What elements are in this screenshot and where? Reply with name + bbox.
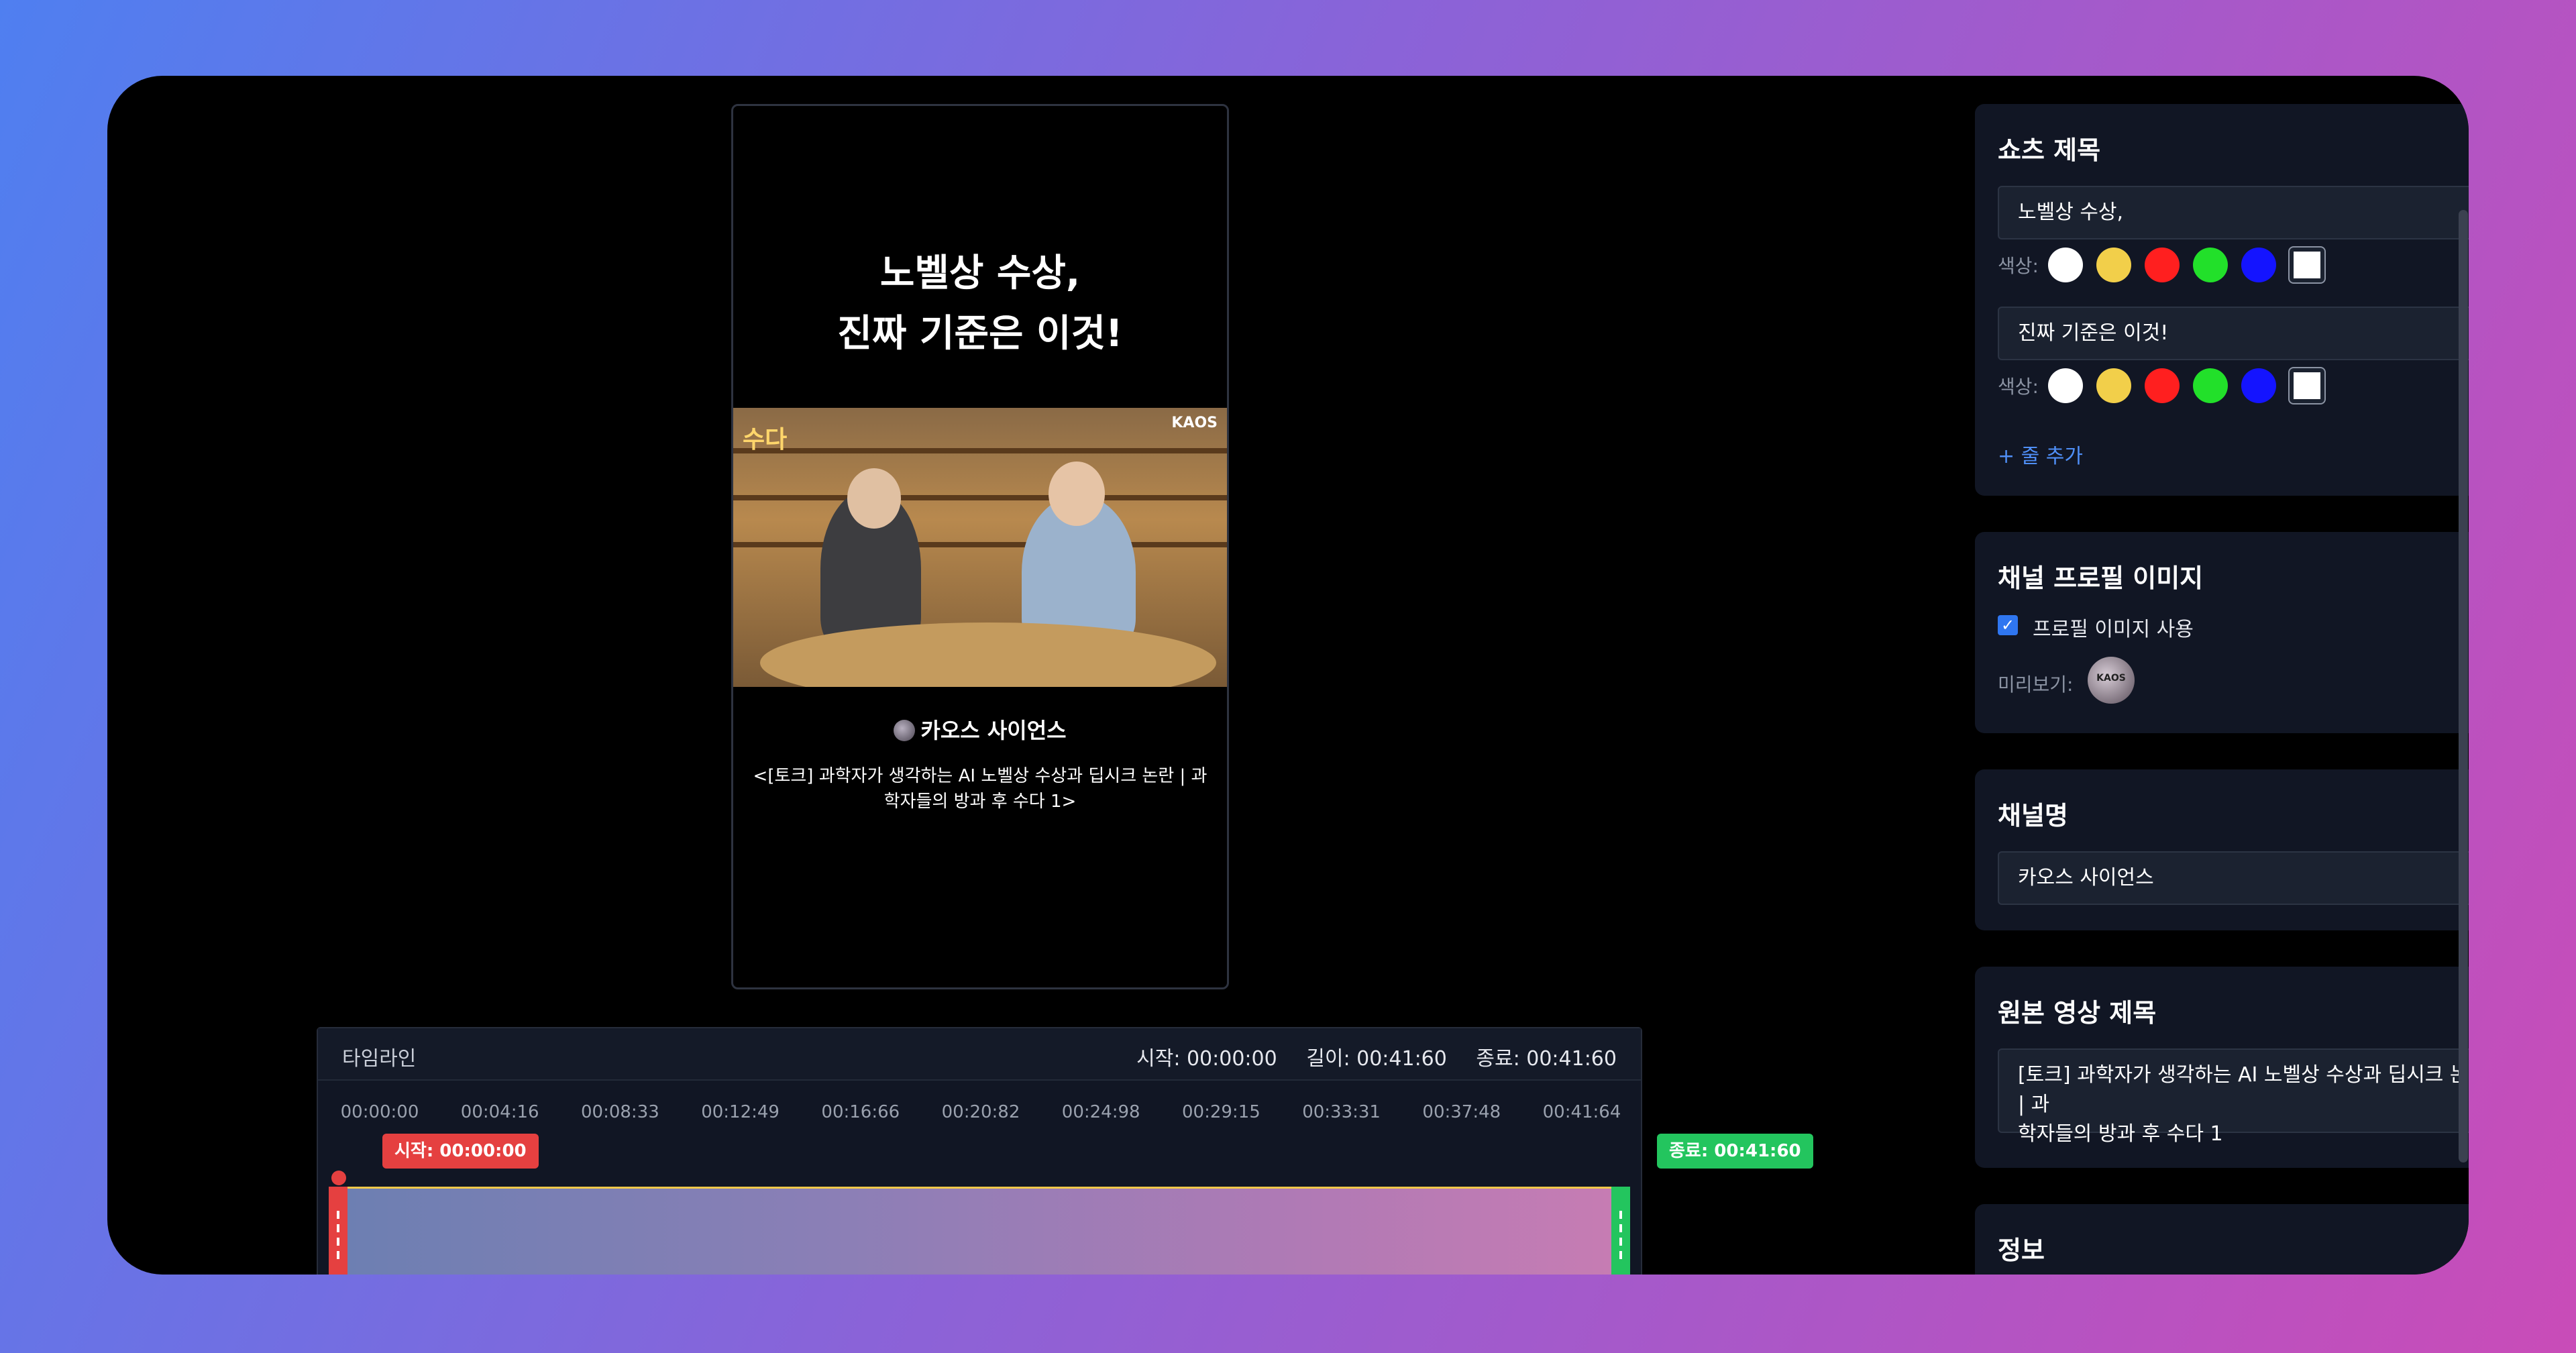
app-window: 노벨상 수상, 진짜 기준은 이것! 수다 KAOS 카오스 사이언스 <[토크… xyxy=(107,76,2469,1275)
profile-image-panel: 채널 프로필 이미지 ✓ 프로필 이미지 사용 미리보기: xyxy=(1975,532,2469,733)
use-profile-label: 프로필 이미지 사용 xyxy=(2033,618,2194,641)
color-blue-swatch[interactable] xyxy=(2241,248,2276,282)
timeline-tick: 00:00:00 xyxy=(340,1102,419,1122)
shorts-title-panel: 쇼츠 제목 노벨상 수상, ✕ 색상: 진짜 기준은 이것! ✕ 색상: + 줄… xyxy=(1975,104,2469,496)
original-heading: 원본 영상 제목 xyxy=(1998,998,2157,1028)
timeline-length: 길이: 00:41:60 xyxy=(1306,1047,1447,1071)
original-title-line-2: 학자들의 방과 후 수다 1 xyxy=(2018,1122,2223,1146)
timeline-tick: 00:12:49 xyxy=(701,1102,780,1122)
channel-name-input[interactable]: 카오스 사이언스 xyxy=(1998,851,2469,905)
original-title-panel: 원본 영상 제목 [토크] 과학자가 생각하는 AI 노벨상 수상과 딥시크 논… xyxy=(1975,967,2469,1168)
thumb-logo-right: KAOS xyxy=(1171,415,1218,431)
scrollbar[interactable] xyxy=(2459,210,2468,1162)
timeline-label: 타임라인 xyxy=(342,1047,417,1071)
video-thumbnail: 수다 KAOS xyxy=(733,408,1227,687)
timeline-start: 시작: 00:00:00 xyxy=(1136,1047,1277,1071)
color-label: 색상: xyxy=(1998,376,2039,398)
start-badge: 시작: 00:00:00 xyxy=(382,1134,539,1169)
timeline-tick: 00:16:66 xyxy=(821,1102,900,1122)
use-profile-checkbox[interactable]: ✓ xyxy=(1998,615,2018,635)
start-knob[interactable] xyxy=(331,1171,346,1185)
timeline-tick: 00:24:98 xyxy=(1061,1102,1140,1122)
channel-heading: 채널명 xyxy=(1998,801,2068,830)
preview-original-title: <[토크] 과학자가 생각하는 AI 노벨상 수상과 딥시크 논란 | 과학자들… xyxy=(753,766,1208,812)
preview-channel: 카오스 사이언스 xyxy=(733,714,1227,745)
shorts-preview: 노벨상 수상, 진짜 기준은 이것! 수다 KAOS 카오스 사이언스 <[토크… xyxy=(731,104,1229,989)
color-green-swatch[interactable] xyxy=(2192,368,2228,403)
color-green-swatch[interactable] xyxy=(2192,248,2228,282)
timeline-tick: 00:29:15 xyxy=(1182,1102,1260,1122)
custom-color-picker[interactable] xyxy=(2289,248,2324,282)
profile-heading: 채널 프로필 이미지 xyxy=(1998,563,2204,593)
color-red-swatch[interactable] xyxy=(2144,248,2180,282)
title-line-2-input[interactable]: 진짜 기준은 이것! xyxy=(1998,307,2469,360)
preview-title-line-2: 진짜 기준은 이것! xyxy=(837,312,1123,356)
color-blue-swatch[interactable] xyxy=(2241,368,2276,403)
color-row-1: 색상: xyxy=(1998,248,2324,282)
original-title-line-1: [토크] 과학자가 생각하는 AI 노벨상 수상과 딥시크 논란 | 과 xyxy=(2018,1063,2469,1116)
timeline-ticks: 00:00:00 00:04:16 00:08:33 00:12:49 00:16:66… xyxy=(318,1102,1641,1129)
color-white-swatch[interactable] xyxy=(2047,248,2083,282)
color-white-swatch[interactable] xyxy=(2047,368,2083,403)
channel-avatar xyxy=(894,720,916,741)
preview-title-line-1: 노벨상 수상, xyxy=(879,252,1081,295)
preview-channel-name: 카오스 사이언스 xyxy=(920,718,1067,743)
timeline-header: 타임라인 시작: 00:00:00 길이: 00:41:60 종료: 00:41… xyxy=(318,1028,1641,1081)
timeline-tick: 00:20:82 xyxy=(941,1102,1020,1122)
profile-avatar-preview xyxy=(2088,657,2135,704)
shorts-title-heading: 쇼츠 제목 xyxy=(1998,136,2101,165)
add-line-link[interactable]: + 줄 추가 xyxy=(1998,439,2083,469)
info-panel: 정보 xyxy=(1975,1204,2469,1275)
color-yellow-swatch[interactable] xyxy=(2096,248,2131,282)
color-label: 색상: xyxy=(1998,255,2039,277)
color-red-swatch[interactable] xyxy=(2144,368,2180,403)
preview-label: 미리보기: xyxy=(1998,673,2074,696)
title-line-1-input[interactable]: 노벨상 수상, xyxy=(1998,186,2469,239)
channel-name-panel: 채널명 카오스 사이언스 xyxy=(1975,769,2469,930)
preview-title: 노벨상 수상, 진짜 기준은 이것! xyxy=(733,243,1227,364)
timeline-tick: 00:41:64 xyxy=(1542,1102,1621,1122)
thumb-logo-left: 수다 xyxy=(743,426,788,453)
timeline-stats: 시작: 00:00:00 길이: 00:41:60 종료: 00:41:60 xyxy=(1114,1042,1617,1071)
color-row-2: 색상: xyxy=(1998,368,2324,403)
timeline-tick: 00:33:31 xyxy=(1302,1102,1381,1122)
timeline-tick: 00:08:33 xyxy=(581,1102,659,1122)
original-title-input[interactable]: [토크] 과학자가 생각하는 AI 노벨상 수상과 딥시크 논란 | 과 학자들… xyxy=(1998,1048,2469,1146)
timeline-end: 종료: 00:41:60 xyxy=(1476,1047,1617,1071)
timeline-track[interactable] xyxy=(333,1187,1626,1275)
timeline-tick: 00:04:16 xyxy=(460,1102,539,1122)
timeline-tick: 00:37:48 xyxy=(1422,1102,1501,1122)
info-heading: 정보 xyxy=(1998,1236,2045,1265)
end-handle[interactable] xyxy=(1611,1187,1630,1275)
color-yellow-swatch[interactable] xyxy=(2096,368,2131,403)
custom-color-picker[interactable] xyxy=(2289,368,2324,403)
end-badge: 종료: 00:41:60 xyxy=(1657,1134,1813,1169)
start-handle[interactable] xyxy=(329,1187,347,1275)
